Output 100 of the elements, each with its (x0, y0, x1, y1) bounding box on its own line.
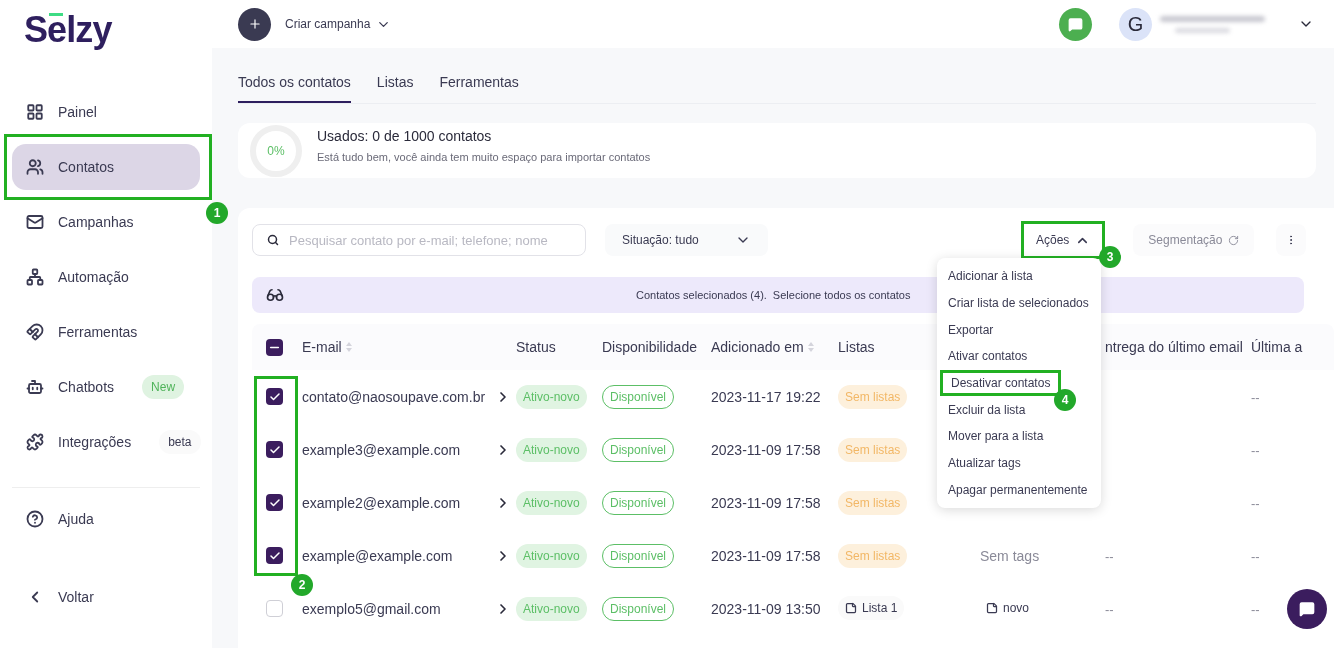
table-cell: -- (1251, 389, 1260, 405)
column-header: ntrega do último email (1105, 337, 1243, 357)
tab[interactable]: Listas (376, 72, 414, 103)
step-number: 3 (1099, 246, 1121, 268)
menu-item[interactable]: Ativar contatos (937, 343, 1039, 370)
sidebar-label: Painel (58, 102, 97, 122)
column-header: Adicionado em (711, 337, 804, 357)
sidebar-label: Ajuda (58, 509, 94, 529)
grid-icon (26, 103, 44, 121)
create-campaign-menu[interactable]: Criar campanha (285, 15, 392, 33)
avatar[interactable]: G (1119, 7, 1152, 41)
status-tag: Ativo-novo (516, 385, 587, 409)
checkbox[interactable] (266, 441, 283, 458)
sidebar-label: Ferramentas (58, 322, 138, 342)
mail-icon (26, 213, 44, 231)
sidebar-item[interactable]: Automação (12, 254, 200, 300)
puzzle-icon (26, 433, 44, 451)
table-cell: -- (1105, 548, 1114, 564)
note-icon (986, 601, 998, 614)
sidebar-label: Chatbots (58, 377, 115, 397)
column-header: E-mail (302, 337, 342, 357)
step-number: 1 (206, 202, 228, 224)
check-icon (268, 496, 281, 509)
sidebar-item[interactable]: Ajuda (12, 496, 200, 542)
sidebar-label: Automação (58, 267, 129, 287)
status-tag: Ativo-novo (516, 438, 587, 462)
usage-subtitle: Está tudo bem, você ainda tem muito espaço para importar contatos (317, 149, 651, 165)
plus-icon (247, 17, 262, 31)
check-icon (268, 549, 281, 562)
checkbox[interactable] (266, 338, 283, 356)
sidebar-label: Integrações (58, 432, 132, 452)
status-filter[interactable]: Situação: tudo (605, 224, 768, 256)
list-tag: Sem listas (838, 385, 908, 409)
status-tag: Ativo-novo (516, 597, 587, 621)
table-cell: -- (1251, 601, 1260, 617)
sidebar-item[interactable]: Contatos (12, 144, 200, 190)
check-icon (268, 443, 281, 456)
sidebar-item[interactable]: Voltar (12, 574, 200, 620)
tab[interactable]: Ferramentas (439, 72, 519, 103)
list-tag: Lista 1 (838, 596, 905, 620)
note-icon (845, 602, 857, 614)
menu-item[interactable]: Mover para a lista (937, 423, 1055, 450)
sidebar-label: Campanhas (58, 212, 134, 232)
sidebar-item[interactable]: Painel (12, 89, 200, 135)
glasses-icon (266, 286, 284, 304)
list-tag: Sem listas (838, 544, 908, 568)
logo-accent (49, 13, 63, 16)
sidebar-item[interactable]: Chatbots New (12, 364, 200, 410)
table-cell: -- (1251, 495, 1260, 511)
table-cell: 2023-11-09 13:50 (711, 600, 821, 617)
chat-icon (1068, 16, 1083, 32)
chat-icon (1299, 601, 1315, 617)
step-number: 2 (291, 574, 313, 596)
column-header: Listas (838, 337, 875, 357)
sidebar-item[interactable]: Integrações beta (12, 419, 200, 465)
email-link[interactable]: example3@example.com (302, 441, 461, 458)
selection-count: Contatos selecionados (4). (636, 287, 767, 303)
sidebar-tag: New (142, 375, 185, 399)
tab[interactable]: Todos os contatos (238, 72, 351, 103)
column-header: Disponibilidade (602, 337, 697, 357)
checkbox[interactable] (266, 494, 283, 511)
search-field[interactable]: Pesquisar contato por e-mail; telefone; nome (252, 224, 586, 256)
checkbox[interactable] (266, 388, 283, 405)
hierarchy-icon (26, 268, 44, 286)
checkbox[interactable] (266, 600, 283, 617)
menu-item[interactable]: Excluir da lista (937, 396, 1037, 424)
table-cell: 2023-11-09 17:58 (711, 547, 821, 564)
sidebar-item[interactable]: Ferramentas (12, 309, 200, 355)
sidebar-label: Contatos (58, 157, 115, 177)
email-link[interactable]: exemplo5@gmail.com (302, 600, 441, 617)
table-cell: 2023-11-09 17:58 (711, 494, 821, 511)
search-icon (267, 234, 279, 246)
menu-item[interactable]: Exportar (937, 316, 1005, 344)
sidebar-label: Voltar (58, 587, 94, 607)
menu-item[interactable]: Criar lista de selecionados (937, 289, 1100, 317)
magnet-icon (26, 323, 44, 341)
menu-item[interactable]: Apagar permanentemente (937, 476, 1099, 504)
checkbox[interactable] (266, 547, 283, 564)
select-all-link[interactable]: Selecione todos os contatos (772, 286, 911, 304)
create-button[interactable] (238, 7, 271, 41)
menu-item[interactable]: Atualizar tags (937, 449, 1032, 477)
check-icon (268, 390, 281, 403)
sidebar-tag: beta (159, 430, 201, 454)
list-tag: Sem listas (838, 491, 908, 515)
table-cell: -- (1251, 548, 1260, 564)
sidebar-item[interactable]: Campanhas (12, 199, 200, 245)
refresh-icon (1228, 234, 1240, 246)
table-cell: 2023-11-17 19:22 (711, 388, 821, 405)
email-link[interactable]: contato@naosoupave.com.br (302, 388, 486, 405)
help-icon (26, 510, 44, 528)
status-tag: Ativo-novo (516, 544, 587, 568)
email-link[interactable]: example2@example.com (302, 494, 461, 511)
logo[interactable]: Selzy (24, 12, 112, 48)
usage-ring: 0% (250, 124, 302, 177)
email-link[interactable]: example@example.com (302, 547, 453, 564)
list-tag: Sem listas (838, 438, 908, 462)
menu-item[interactable]: Adicionar à lista (937, 263, 1044, 290)
status-tag: Ativo-novo (516, 491, 587, 515)
table-cell: -- (1251, 442, 1260, 458)
robot-icon (26, 378, 44, 396)
